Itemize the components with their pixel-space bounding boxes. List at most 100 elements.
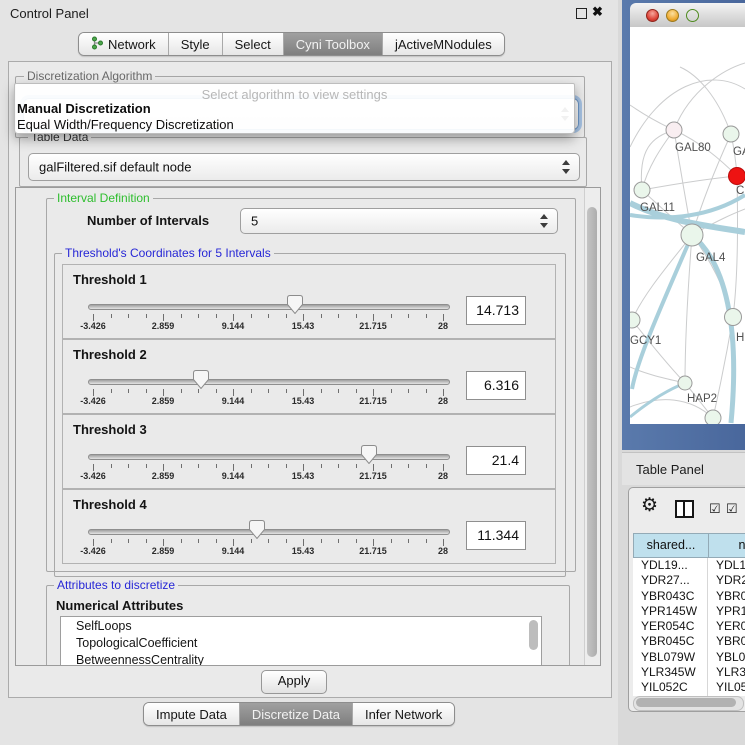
table-row[interactable]: YDL19...YDL19	[633, 558, 745, 573]
network-node[interactable]	[729, 168, 745, 185]
table-cell: YIL052C	[633, 680, 708, 695]
network-node[interactable]	[666, 122, 682, 138]
threshold-1-slider-thumb[interactable]	[287, 295, 303, 314]
threshold-3-slider-track[interactable]	[88, 454, 450, 460]
close-traffic-light[interactable]	[646, 9, 659, 22]
table-hscrollbar-thumb[interactable]	[636, 698, 736, 707]
network-edge[interactable]	[632, 320, 685, 383]
tab-discretize-data[interactable]: Discretize Data	[240, 703, 353, 725]
network-edge[interactable]	[642, 176, 737, 190]
table-row[interactable]: YDR27...YDR27	[633, 573, 745, 588]
threshold-4-value-field[interactable]: 11.344	[466, 521, 526, 550]
tab-impute-data[interactable]: Impute Data	[144, 703, 240, 725]
network-edge[interactable]	[632, 235, 692, 389]
network-node[interactable]	[630, 312, 640, 328]
table-row[interactable]: YER054CYER054C	[633, 619, 745, 634]
axis-tick-label: 21.715	[348, 471, 398, 481]
tick-mark	[146, 464, 147, 468]
table-row[interactable]: YBR043CYBR043C	[633, 589, 745, 604]
tab-network[interactable]: Network	[79, 33, 169, 55]
network-node[interactable]	[725, 309, 742, 326]
threshold-1-value-field[interactable]: 14.713	[466, 296, 526, 325]
network-node-label: GAL11	[640, 202, 675, 214]
threshold-2-slider-track[interactable]	[88, 379, 450, 385]
apply-button[interactable]: Apply	[261, 670, 327, 694]
table-row[interactable]: YIL052CYIL052C	[633, 680, 745, 695]
tick-mark	[198, 314, 199, 318]
tab-infer-network[interactable]: Infer Network	[353, 703, 454, 725]
num-intervals-combobox[interactable]: 5	[240, 208, 558, 234]
column-header-na[interactable]: na	[708, 533, 745, 558]
tick-mark	[111, 389, 112, 393]
network-node[interactable]	[723, 126, 739, 142]
threshold-3-slider-thumb[interactable]	[361, 445, 377, 464]
axis-tick-label: 2.859	[138, 396, 188, 406]
tab-select[interactable]: Select	[223, 33, 284, 55]
network-edge[interactable]	[674, 63, 745, 130]
threshold-2-slider-thumb[interactable]	[193, 370, 209, 389]
control-panel-window: Control Panel ✖ NetworkStyleSelectCyni T…	[0, 0, 618, 745]
tick-mark	[268, 389, 269, 393]
popup-item-equal-width-frequency-discretization[interactable]: Equal Width/Frequency Discretization	[17, 117, 234, 132]
table-panel-title: Table Panel	[636, 462, 704, 477]
tick-mark	[181, 539, 182, 543]
network-edge[interactable]	[685, 235, 692, 383]
network-edge[interactable]	[680, 67, 731, 134]
list-item-selfloops[interactable]: SelfLoops	[61, 617, 541, 634]
tick-mark	[338, 464, 339, 468]
numerical-attributes-list[interactable]: SelfLoopsTopologicalCoefficientBetweenne…	[60, 616, 542, 666]
tab-cyni-toolbox[interactable]: Cyni Toolbox	[284, 33, 383, 55]
network-edge[interactable]	[641, 130, 674, 190]
zoom-traffic-light[interactable]	[686, 9, 699, 22]
table-hscrollbar-track[interactable]	[633, 696, 744, 711]
threshold-4-slider-thumb[interactable]	[249, 520, 265, 539]
top-tab-bar: NetworkStyleSelectCyni ToolboxjActiveMNo…	[78, 32, 505, 56]
gear-icon[interactable]: ⚙	[641, 494, 658, 517]
list-item-topologicalcoefficient[interactable]: TopologicalCoefficient	[61, 634, 541, 651]
float-panel-icon[interactable]	[576, 8, 587, 19]
network-canvas[interactable]: GAL80GACGAL11GAL4GCY1HHAP2	[630, 27, 745, 424]
tick-mark	[391, 539, 392, 543]
threshold-4-slider-track[interactable]	[88, 529, 450, 535]
network-node[interactable]	[634, 182, 650, 198]
tab-style[interactable]: Style	[169, 33, 223, 55]
column-header-shared[interactable]: shared...	[633, 533, 708, 558]
table-cell: YDR27...	[633, 573, 708, 588]
network-edge[interactable]	[733, 176, 738, 317]
network-window-titlebar[interactable]	[630, 3, 745, 28]
threshold-1-slider-track[interactable]	[88, 304, 450, 310]
tick-mark	[146, 539, 147, 543]
scrollpane-scrollbar-thumb[interactable]	[587, 207, 597, 657]
threshold-2-value-field[interactable]: 6.316	[466, 371, 526, 400]
table-data-combobox[interactable]: galFiltered.sif default node	[28, 153, 580, 181]
network-edge[interactable]	[642, 130, 674, 190]
list-item-betweennesscentrality[interactable]: BetweennessCentrality	[61, 651, 541, 666]
split-column-icon[interactable]	[675, 500, 694, 518]
table-row[interactable]: YBL079WYBL079W	[633, 650, 745, 665]
tick-mark	[443, 464, 444, 471]
popup-item-manual-discretization[interactable]: Manual Discretization	[17, 101, 151, 116]
network-node[interactable]	[678, 376, 692, 390]
tick-mark	[373, 314, 374, 321]
table-cell: YBR045C	[708, 634, 745, 649]
network-node-label: GAL80	[675, 142, 711, 154]
network-node[interactable]	[705, 410, 721, 424]
tick-mark	[391, 314, 392, 318]
list-scrollbar-thumb[interactable]	[529, 620, 538, 650]
close-icon[interactable]: ✖	[592, 4, 603, 20]
tick-mark	[198, 464, 199, 468]
table-row[interactable]: YLR345WYLR345W	[633, 665, 745, 680]
axis-tick-label: -3.426	[68, 471, 118, 481]
scrollpane-scrollbar-track[interactable]	[584, 188, 600, 665]
axis-tick-label: 15.43	[278, 546, 328, 556]
minimize-traffic-light[interactable]	[666, 9, 679, 22]
table-row[interactable]: YBR045CYBR045C	[633, 634, 745, 649]
checkbox-icon[interactable]: ☑	[709, 501, 721, 517]
checkbox-icon[interactable]: ☑	[726, 501, 738, 517]
tick-mark	[198, 389, 199, 393]
tab-jactivemnodules[interactable]: jActiveMNodules	[383, 33, 504, 55]
threshold-3-value-field[interactable]: 21.4	[466, 446, 526, 475]
tick-mark	[426, 314, 427, 318]
table-row[interactable]: YPR145WYPR145W	[633, 604, 745, 619]
network-node[interactable]	[681, 224, 703, 246]
